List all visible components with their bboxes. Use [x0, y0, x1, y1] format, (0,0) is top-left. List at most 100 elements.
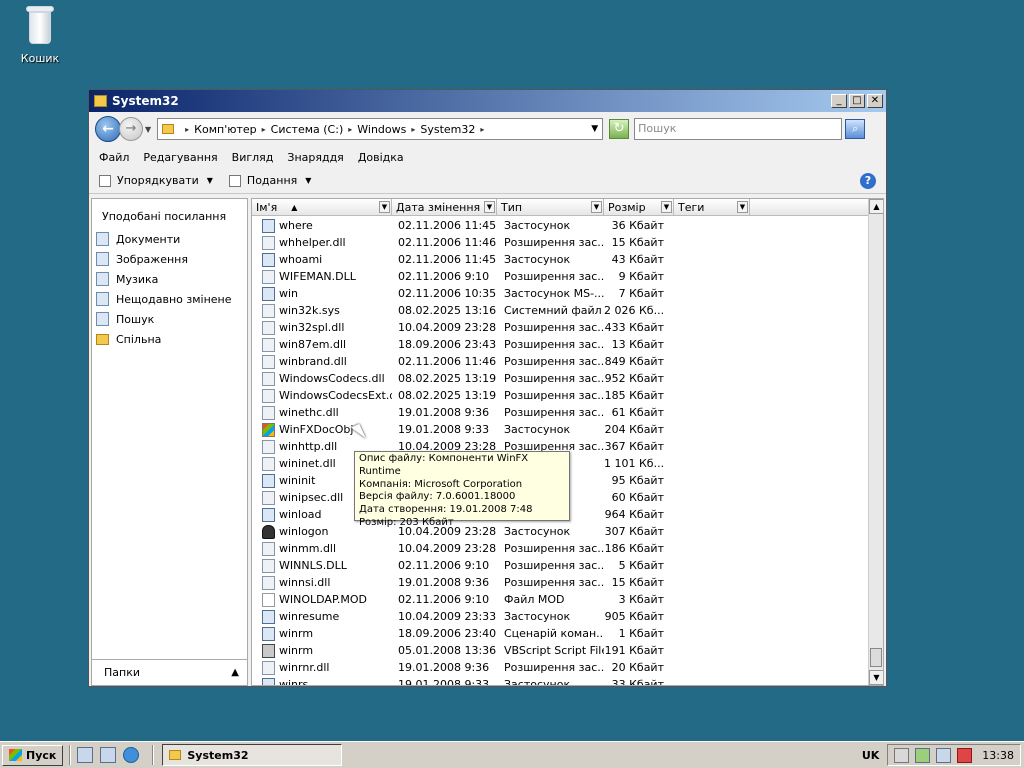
- file-size-cell: 433 Кбайт: [604, 321, 664, 334]
- menu-file[interactable]: Файл: [99, 151, 129, 164]
- column-header-type[interactable]: Тип ▼: [497, 199, 604, 215]
- nav-item-recent[interactable]: Нещодавно змінене: [92, 289, 247, 309]
- file-size-cell: 1 Кбайт: [618, 627, 664, 640]
- language-indicator[interactable]: UK: [862, 749, 879, 762]
- file-type-cell: Застосунок: [504, 253, 571, 266]
- clock[interactable]: 13:38: [982, 749, 1014, 762]
- file-row[interactable]: whhelper.dll 02.11.2006 11:46 Розширення з…: [252, 234, 871, 251]
- file-row[interactable]: winbrand.dll 02.11.2006 11:46 Розширення з…: [252, 353, 871, 370]
- column-header-tags[interactable]: Теги ▼: [674, 199, 750, 215]
- menu-bar: Файл Редагування Вигляд Знаряддя Довідка: [89, 146, 886, 168]
- file-row[interactable]: WIFEMAN.DLL 02.11.2006 9:10 Розширення зас…: [252, 268, 871, 285]
- breadcrumb[interactable]: ▸ Система (C:): [257, 123, 344, 136]
- forward-button[interactable]: →: [119, 117, 143, 141]
- search-input[interactable]: Пошук: [634, 118, 843, 140]
- breadcrumb[interactable]: ▸ Windows: [343, 123, 406, 136]
- volume-muted-icon[interactable]: [957, 747, 973, 763]
- menu-edit[interactable]: Редагування: [143, 151, 217, 164]
- file-row[interactable]: WINOLDAP.MOD 02.11.2006 9:10 Файл MOD 3 Кба…: [252, 591, 871, 608]
- nav-item-documents[interactable]: Документи: [92, 229, 247, 249]
- switch-windows-icon[interactable]: [100, 747, 117, 763]
- file-row[interactable]: winrm 05.01.2008 13:36 VBScript Script Fil…: [252, 642, 871, 659]
- file-icon: [262, 643, 275, 658]
- file-row[interactable]: WinFXDocObj 19.01.2008 9:33 Застосунок 204 …: [252, 421, 871, 438]
- column-header-size[interactable]: Розмір ▼: [604, 199, 674, 215]
- network-icon[interactable]: [936, 747, 952, 763]
- title-bar[interactable]: System32 _ □ ✕: [89, 90, 886, 112]
- views-icon: [228, 174, 241, 187]
- refresh-button[interactable]: ↻: [609, 119, 630, 139]
- column-headers: Ім'я ▲ ▼ Дата змінення ▼ Тип ▼ Розмір ▼ Теги ▼: [252, 199, 883, 216]
- file-row[interactable]: WINNLS.DLL 02.11.2006 9:10 Розширення зас.…: [252, 557, 871, 574]
- file-size-cell: 185 Кбайт: [604, 389, 664, 402]
- file-type-cell: Розширення зас...: [504, 661, 604, 674]
- file-row[interactable]: win32k.sys 08.02.2025 13:16 Системний файл…: [252, 302, 871, 319]
- file-name-cell: WINOLDAP.MOD: [252, 592, 392, 607]
- file-row[interactable]: win32spl.dll 10.04.2009 23:28 Розширення з…: [252, 319, 871, 336]
- nav-item-search[interactable]: Пошук: [92, 309, 247, 329]
- file-row[interactable]: win 02.11.2006 10:35 Застосунок MS-... 7 Кб…: [252, 285, 871, 302]
- help-button[interactable]: ?: [860, 172, 876, 189]
- scroll-up-button[interactable]: ▲: [869, 199, 883, 214]
- file-row[interactable]: win87em.dll 18.09.2006 23:43 Розширення за…: [252, 336, 871, 353]
- internet-explorer-icon[interactable]: [123, 747, 140, 763]
- file-size-cell: 13 Кбайт: [611, 338, 664, 351]
- recent-pages-dropdown[interactable]: ▼: [145, 125, 151, 134]
- search-button[interactable]: ⌕: [845, 119, 866, 139]
- file-row[interactable]: winresume 10.04.2009 23:33 Застосунок 905 К…: [252, 608, 871, 625]
- file-icon: [262, 320, 275, 335]
- menu-tools[interactable]: Знаряддя: [287, 151, 343, 164]
- file-row[interactable]: WindowsCodecs.dll 08.02.2025 13:19 Розшире…: [252, 370, 871, 387]
- file-row[interactable]: winethc.dll 19.01.2008 9:36 Розширення зас…: [252, 404, 871, 421]
- file-row[interactable]: whoami 02.11.2006 11:45 Застосунок 43 Кбайт: [252, 251, 871, 268]
- security-icon[interactable]: [915, 747, 931, 763]
- file-icon: [262, 235, 275, 250]
- column-header-date[interactable]: Дата змінення ▼: [392, 199, 497, 215]
- folder-icon: [162, 124, 175, 134]
- taskbar-button-system32[interactable]: System32: [162, 744, 343, 766]
- nav-item-public[interactable]: Спільна: [92, 329, 247, 349]
- address-dropdown-icon[interactable]: ▼: [591, 124, 598, 134]
- menu-view[interactable]: Вигляд: [232, 151, 274, 164]
- close-button[interactable]: ✕: [867, 94, 883, 108]
- scroll-thumb[interactable]: [870, 648, 882, 667]
- taskbar: Пуск System32 UK 13:38: [0, 741, 1024, 768]
- minimize-button[interactable]: _: [831, 94, 847, 108]
- file-type-cell: Системний файл: [504, 304, 602, 317]
- file-icon: [262, 541, 275, 556]
- back-button[interactable]: ←: [95, 116, 121, 142]
- file-row[interactable]: winrs 19.01.2008 9:33 Застосунок 33 Кбайт: [252, 676, 871, 685]
- file-row[interactable]: WindowsCodecsExt.dll 08.02.2025 13:19 Розш…: [252, 387, 871, 404]
- column-header-name[interactable]: Ім'я ▲ ▼: [252, 199, 392, 215]
- nav-item-music[interactable]: Музика: [92, 269, 247, 289]
- file-row[interactable]: winrm 18.09.2006 23:40 Сценарій коман... 1 …: [252, 625, 871, 642]
- recycle-bin-icon: [23, 2, 57, 46]
- nav-item-pictures[interactable]: Зображення: [92, 249, 247, 269]
- file-type-cell: Розширення зас...: [504, 338, 604, 351]
- file-size-cell: 186 Кбайт: [604, 542, 664, 555]
- file-date-cell: 02.11.2006 9:10: [398, 559, 490, 572]
- file-row[interactable]: winnsi.dll 19.01.2008 9:36 Розширення зас.…: [252, 574, 871, 591]
- file-type-cell: Розширення зас...: [504, 406, 604, 419]
- show-desktop-icon[interactable]: [77, 747, 94, 763]
- views-button[interactable]: Подання ▼: [228, 174, 311, 187]
- file-row[interactable]: winmm.dll 10.04.2009 23:28 Розширення зас.…: [252, 540, 871, 557]
- keyboard-icon[interactable]: [894, 747, 910, 763]
- pictures-icon: [96, 252, 109, 266]
- folders-toggle[interactable]: Папки ▲: [92, 659, 247, 685]
- start-button[interactable]: Пуск: [2, 744, 64, 766]
- file-name-cell: WindowsCodecs.dll: [252, 371, 392, 386]
- address-bar[interactable]: ▸ Комп'ютер ▸ Система (C:) ▸ Windows ▸ Syste…: [157, 118, 604, 140]
- breadcrumb[interactable]: ▸ Комп'ютер: [180, 123, 257, 136]
- scroll-down-button[interactable]: ▼: [869, 670, 883, 685]
- menu-help[interactable]: Довідка: [358, 151, 404, 164]
- file-row[interactable]: where 02.11.2006 11:45 Застосунок 36 Кбайт: [252, 217, 871, 234]
- vertical-scrollbar[interactable]: ▲ ▼: [868, 199, 883, 685]
- breadcrumb[interactable]: ▸ System32 ▸: [406, 123, 489, 136]
- file-date-cell: 10.04.2009 23:28: [398, 321, 497, 334]
- file-row[interactable]: winrnr.dll 19.01.2008 9:36 Розширення зас.…: [252, 659, 871, 676]
- organize-button[interactable]: Упорядкувати ▼: [99, 174, 213, 187]
- recycle-bin-shortcut[interactable]: Кошик: [14, 2, 66, 65]
- maximize-button[interactable]: □: [849, 94, 865, 108]
- file-icon: [262, 439, 275, 454]
